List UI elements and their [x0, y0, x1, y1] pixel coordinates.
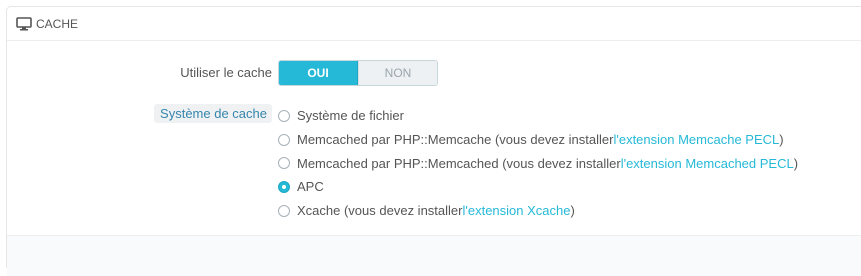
- switch-option-oui[interactable]: OUI: [279, 61, 358, 85]
- cache-option-label: Memcached par PHP::Memcached (vous devez…: [297, 155, 621, 171]
- radio-button[interactable]: [278, 204, 290, 217]
- panel-title: CACHE: [36, 16, 79, 31]
- cache-option-suffix: ): [570, 203, 575, 219]
- cache-option[interactable]: Memcached par PHP::Memcached (vous devez…: [278, 151, 798, 175]
- radio-button[interactable]: [278, 180, 290, 193]
- cache-panel: CACHE Utiliser le cache OUI NON Système …: [6, 6, 861, 276]
- cache-option-label: Xcache (vous devez installer: [297, 203, 463, 219]
- extension-link[interactable]: l'extension Memcached PECL: [621, 156, 794, 171]
- cache-option-label: APC: [297, 179, 324, 195]
- cache-option[interactable]: Xcache (vous devez installer l'extension…: [278, 199, 798, 223]
- cache-option[interactable]: Système de fichier: [278, 104, 798, 128]
- radio-button[interactable]: [278, 109, 290, 122]
- cache-system-label: Système de cache: [154, 104, 272, 123]
- extension-link[interactable]: l'extension Memcache PECL: [613, 132, 779, 147]
- radio-button[interactable]: [278, 157, 290, 170]
- cache-option[interactable]: APC: [278, 175, 798, 199]
- panel-footer: [7, 235, 861, 276]
- extension-link[interactable]: l'extension Xcache: [462, 203, 570, 218]
- use-cache-label: Utiliser le cache: [180, 65, 272, 80]
- radio-button[interactable]: [278, 133, 290, 146]
- use-cache-switch[interactable]: OUI NON: [278, 60, 438, 86]
- cache-system-radio-group: Système de fichierMemcached par PHP::Mem…: [278, 104, 798, 222]
- cache-option-suffix: ): [779, 132, 784, 148]
- panel-heading: CACHE: [7, 7, 861, 41]
- cache-system-label-hint: Système de cache: [154, 104, 272, 123]
- cache-option-suffix: ): [793, 155, 799, 171]
- switch-option-non[interactable]: NON: [358, 61, 437, 85]
- monitor-icon: [16, 16, 32, 30]
- cache-option[interactable]: Memcached par PHP::Memcache (vous devez …: [278, 128, 798, 152]
- cache-option-label: Système de fichier: [297, 108, 404, 124]
- use-cache-row: Utiliser le cache OUI NON: [7, 60, 861, 86]
- cache-option-label: Memcached par PHP::Memcache (vous devez …: [297, 132, 614, 148]
